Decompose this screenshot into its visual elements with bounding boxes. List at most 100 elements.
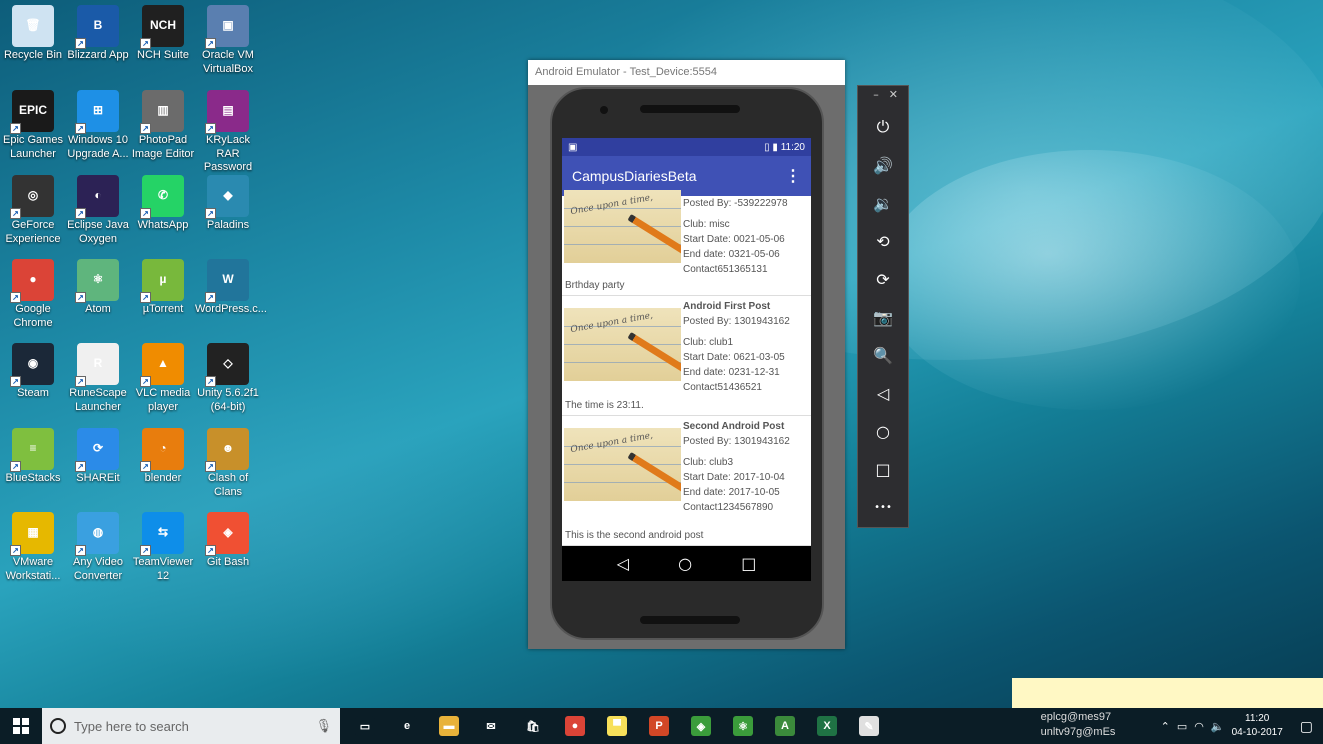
desktop-icon[interactable]: ● ↗ Google Chrome	[0, 259, 66, 330]
bluestacks-icon: ≡ ↗	[10, 428, 54, 472]
desktop-icon[interactable]: ≡ ↗ BlueStacks	[0, 428, 66, 486]
microphone-icon[interactable]: 🎙	[315, 718, 332, 734]
desktop-icon[interactable]: NCH ↗ NCH Suite	[130, 5, 196, 63]
emulator-window[interactable]: Android Emulator - Test_Device:5554 ▣ ▯ …	[528, 60, 845, 649]
desktop-icon[interactable]: ◐ ↗ Eclipse Java Oxygen	[65, 175, 131, 246]
camera-button[interactable]: 📷	[858, 298, 908, 336]
nav-back-icon[interactable]: ◁	[617, 554, 629, 573]
shortcut-arrow-icon: ↗	[10, 292, 21, 303]
phone-screen[interactable]: ▣ ▯ ▮ 11:20 CampusDiariesBeta ⋮ Once upo…	[562, 138, 811, 581]
task-view-button[interactable]: ▭	[344, 708, 386, 744]
post-start-date: Start Date: 0021-05-06	[683, 234, 785, 245]
shortcut-arrow-icon: ↗	[140, 376, 151, 387]
desktop-icon-label: Paladins	[206, 219, 250, 231]
runescape-icon: R ↗	[75, 343, 119, 387]
desktop-icon[interactable]: ▦ ↗ VMware Workstati...	[0, 512, 66, 583]
desktop-icon[interactable]: ✆ ↗ WhatsApp	[130, 175, 196, 233]
close-button[interactable]: ✕	[889, 88, 898, 108]
git-taskbar-button[interactable]: ◈	[680, 708, 722, 744]
show-hidden-icons-icon[interactable]: ⌃	[1161, 720, 1170, 733]
search-box[interactable]: Type here to search 🎙	[42, 708, 340, 744]
desktop-icon[interactable]: ⊞ ↗ Windows 10 Upgrade A...	[65, 90, 131, 161]
desktop-icon-label: Clash of Clans	[207, 472, 249, 498]
android-studio-button[interactable]: A	[764, 708, 806, 744]
volume-icon[interactable]: 🔈	[1211, 720, 1225, 733]
post-card[interactable]: Once upon a time, Second Android Post Post…	[562, 416, 811, 546]
desktop-icon[interactable]: 🗑 Recycle Bin	[0, 5, 66, 63]
shortcut-arrow-icon: ↗	[140, 461, 151, 472]
shortcut-arrow-icon: ↗	[10, 208, 21, 219]
desktop-icon[interactable]: ▣ ↗ Oracle VM VirtualBox	[195, 5, 261, 76]
volume-up-button[interactable]: 🔊	[858, 146, 908, 184]
tray-notification-text: eplcg@mes97 unltv97g@mEs	[1041, 710, 1141, 744]
desktop-icon[interactable]: ◎ ↗ GeForce Experience	[0, 175, 66, 246]
post-contact: Contact1234567890	[683, 502, 774, 513]
desktop-icon-label: Oracle VM VirtualBox	[202, 49, 254, 75]
overview-button[interactable]: □	[858, 450, 908, 488]
shortcut-arrow-icon: ↗	[10, 123, 21, 134]
desktop-icon[interactable]: R ↗ RuneScape Launcher	[65, 343, 131, 414]
git-taskbar-icon: ◈	[691, 716, 711, 736]
volume-down-button[interactable]: 🔉	[858, 184, 908, 222]
atom-taskbar-button[interactable]: ⚛	[722, 708, 764, 744]
post-details: Posted By: -539222978 Club: misc Start Dat…	[683, 196, 788, 277]
desktop-icon[interactable]: ▤↗KRyLack RAR Password R...	[195, 90, 261, 188]
zoom-button[interactable]: 🔍	[858, 336, 908, 374]
excel-button[interactable]: X	[806, 708, 848, 744]
shortcut-arrow-icon: ↗	[140, 123, 151, 134]
desktop-icon[interactable]: ⇆ ↗ TeamViewer 12	[130, 512, 196, 583]
desktop-icon[interactable]: B ↗ Blizzard App	[65, 5, 131, 63]
desktop-icon[interactable]: ◇ ↗ Unity 5.6.2f1 (64-bit)	[195, 343, 261, 414]
post-card[interactable]: Once upon a time, Posted By: -539222978 Cl…	[562, 190, 811, 296]
more-button[interactable]: •••	[858, 488, 908, 526]
clock[interactable]: 11:20 04-10-2017	[1232, 712, 1283, 740]
action-center-icon[interactable]: ▢	[1300, 718, 1313, 735]
desktop-icon[interactable]: EPIC ↗ Epic Games Launcher	[0, 90, 66, 161]
post-card[interactable]: Once upon a time, Android First Post Poste…	[562, 296, 811, 416]
post-description: This is the second android post	[565, 530, 704, 541]
desktop-icon[interactable]: ◈ ↗ Git Bash	[195, 512, 261, 570]
desktop-icon[interactable]: W ↗ WordPress.c...	[195, 259, 267, 317]
desktop-icon[interactable]: ◍ ↗ Any Video Converter	[65, 512, 131, 583]
store-button[interactable]: 🛍	[512, 708, 554, 744]
rotate-left-button[interactable]: ⟲	[858, 222, 908, 260]
nav-recents-icon[interactable]: □	[741, 554, 756, 573]
desktop-icon[interactable]: ▥ ↗ PhotoPad Image Editor	[130, 90, 196, 161]
mail-button[interactable]: ✉	[470, 708, 512, 744]
post-end-date: End date: 0231-12-31	[683, 367, 780, 378]
rotate-left-icon: ⟲	[876, 231, 890, 251]
desktop-icon[interactable]: ▲ ↗ VLC media player	[130, 343, 196, 414]
post-list[interactable]: Once upon a time, Posted By: -539222978 Cl…	[562, 190, 811, 546]
home-button[interactable]: ○	[858, 412, 908, 450]
start-button[interactable]	[0, 708, 42, 744]
chrome-taskbar-button[interactable]: ●	[554, 708, 596, 744]
desktop-icon[interactable]: ⟳ ↗ SHAREit	[65, 428, 131, 486]
desktop-icon[interactable]: µ ↗ µTorrent	[130, 259, 196, 317]
post-details: Second Android Post Posted By: 1301943162…	[683, 419, 790, 515]
speaker-grill-top	[640, 105, 740, 113]
nav-home-icon[interactable]: ○	[678, 554, 692, 573]
edge-button[interactable]: e	[386, 708, 428, 744]
sticky-note[interactable]	[1012, 678, 1323, 710]
desktop-icon[interactable]: ◔ ↗ blender	[130, 428, 196, 486]
clash-of-clans-icon: ☻ ↗	[205, 428, 249, 472]
back-button[interactable]: ◁	[858, 374, 908, 412]
desktop-icon[interactable]: ◉ ↗ Steam	[0, 343, 66, 401]
emulator-title-bar[interactable]: Android Emulator - Test_Device:5554	[528, 60, 845, 85]
excel-icon: X	[817, 716, 837, 736]
virtualbox-icon: ▣ ↗	[205, 5, 249, 49]
minimize-button[interactable]: –	[873, 88, 879, 108]
sticky-notes-button[interactable]: ▀	[596, 708, 638, 744]
rotate-right-button[interactable]: ⟳	[858, 260, 908, 298]
wifi-icon[interactable]: ◠	[1194, 720, 1204, 733]
power-button[interactable]: ⏻	[858, 108, 908, 146]
powerpoint-button[interactable]: P	[638, 708, 680, 744]
desktop-icon[interactable]: ☻ ↗ Clash of Clans	[195, 428, 261, 499]
desktop-icon[interactable]: ◆ ↗ Paladins	[195, 175, 261, 233]
desktop-icon[interactable]: ⚛ ↗ Atom	[65, 259, 131, 317]
file-explorer-button[interactable]: ▬	[428, 708, 470, 744]
overflow-menu-icon[interactable]: ⋮	[785, 166, 801, 186]
notepad-button[interactable]: ✎	[848, 708, 890, 744]
desktop-icon-label: WordPress.c...	[195, 303, 267, 315]
battery-icon[interactable]: ▭	[1177, 720, 1187, 733]
